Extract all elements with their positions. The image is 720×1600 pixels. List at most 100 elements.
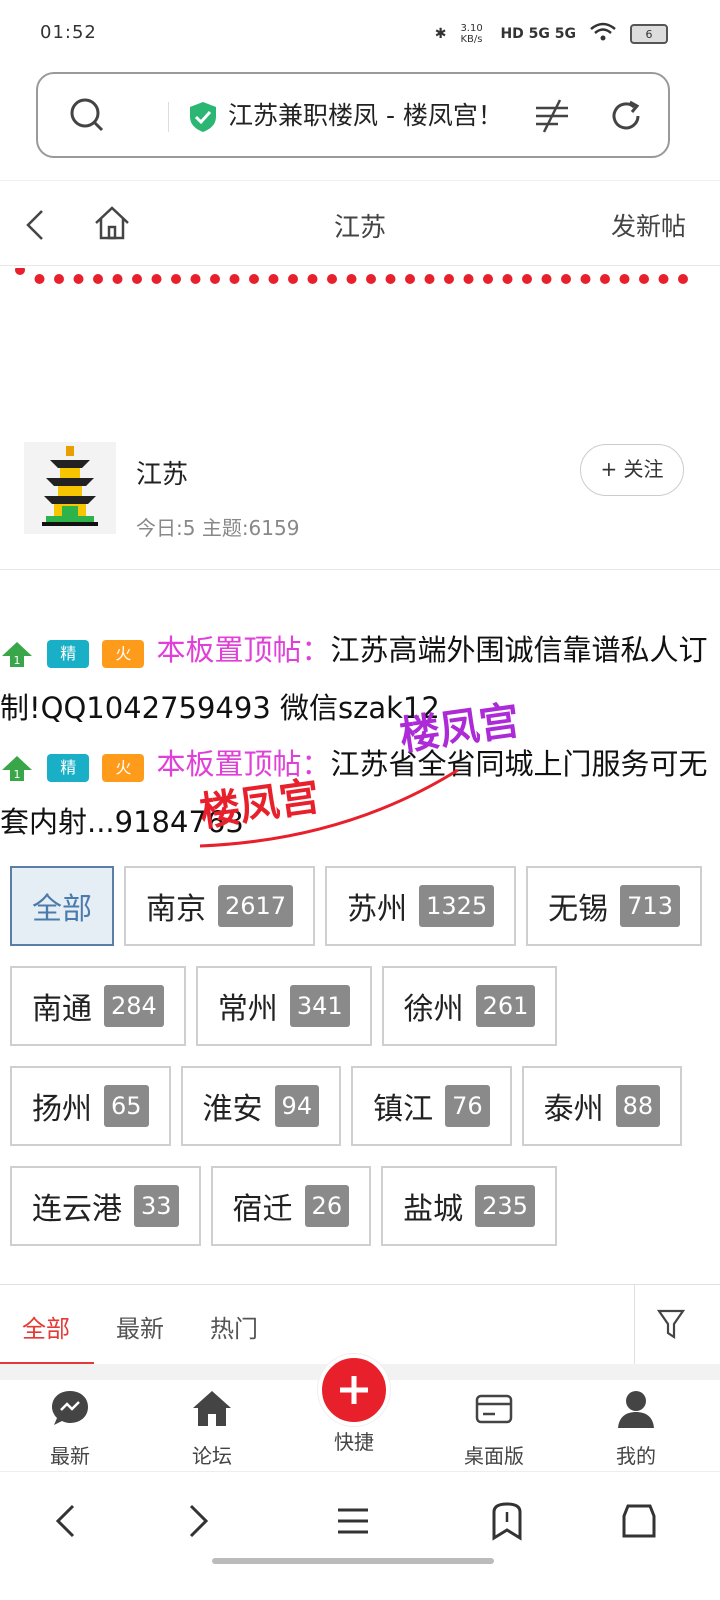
forum-logo-pagoda (24, 442, 116, 534)
network-speed: 3.10 KB/s (460, 23, 483, 45)
red-dot (151, 274, 162, 284)
city-tab[interactable]: 南通 284 (10, 966, 186, 1046)
browser-forward-icon[interactable] (176, 1500, 218, 1542)
pinned-label: 本板置顶帖： (156, 747, 331, 781)
pinned-post[interactable]: 1 精 火 本板置顶帖：江苏省全省同城上门服务可无套内射...9184763 (0, 736, 720, 850)
plus-icon (340, 1376, 368, 1404)
chat-bubble-icon (52, 1391, 88, 1425)
city-count: 1325 (419, 885, 495, 927)
red-dot (229, 274, 240, 284)
city-tab[interactable]: 淮安 94 (180, 1066, 342, 1146)
url-separator (168, 102, 169, 132)
red-dot (190, 274, 201, 284)
red-dot (93, 274, 103, 284)
browser-url-bar[interactable]: 江苏兼职楼凤 - 楼凤宫！ (36, 72, 670, 158)
city-tab[interactable]: 南京 2617 (124, 866, 316, 946)
post-badges: 1 精 火 (0, 738, 148, 794)
city-tab[interactable]: 连云港 33 (10, 1166, 201, 1246)
red-dot (483, 274, 493, 284)
red-dot (112, 274, 123, 284)
browser-back-icon[interactable] (46, 1500, 88, 1542)
page-tools-icon[interactable] (532, 96, 572, 136)
nav-label: 我的 (616, 1444, 656, 1468)
tab-hot[interactable]: 热门 (210, 1309, 258, 1344)
red-dot (54, 274, 64, 284)
red-dot (444, 274, 454, 284)
red-dot (346, 274, 357, 284)
city-count: 284 (104, 985, 164, 1027)
nav-label: 桌面版 (464, 1444, 524, 1468)
city-tab[interactable]: 宿迁 26 (210, 1166, 372, 1246)
red-dot (73, 274, 84, 284)
red-dot (541, 274, 552, 284)
city-count: 235 (475, 1185, 535, 1227)
hot-badge: 火 (102, 754, 145, 782)
city-tab[interactable]: 徐州 261 (381, 966, 558, 1046)
new-post-button[interactable]: 发新帖 (611, 207, 686, 243)
nav-mine[interactable]: 我的 (586, 1388, 686, 1469)
menu-icon[interactable] (332, 1500, 374, 1542)
forum-stats: 今日:5 主题:6159 (136, 516, 300, 540)
red-dot (522, 274, 532, 284)
nav-latest[interactable]: 最新 (20, 1388, 120, 1469)
up-arrow-badge-icon: 1 (2, 756, 32, 781)
pinned-label: 本板置顶帖： (156, 633, 331, 667)
tab-all[interactable]: 全部 (22, 1309, 70, 1344)
city-filter-grid: 全部 南京 2617 苏州 1325 无锡 713 南通 284 常州 341 徐州 261… (10, 866, 710, 1266)
city-tab[interactable]: 无锡 713 (526, 866, 702, 946)
red-dot (132, 274, 142, 284)
city-tab[interactable]: 扬州 65 (10, 1066, 171, 1146)
gesture-home-bar[interactable] (212, 1558, 494, 1564)
shield-check-icon (190, 102, 216, 132)
filter-icon[interactable] (656, 1307, 686, 1341)
essence-badge: 精 (47, 754, 90, 782)
refresh-icon[interactable] (606, 96, 646, 136)
pinned-post[interactable]: 1 精 火 本板置顶帖：江苏高端外围诚信靠谱私人订制!QQ1042759493 … (0, 622, 720, 736)
city-count: 94 (274, 1085, 320, 1127)
user-icon (618, 1391, 654, 1428)
nav-forum[interactable]: 论坛 (162, 1388, 262, 1469)
red-dot (288, 274, 298, 284)
city-tab[interactable]: 苏州 1325 (325, 866, 517, 946)
browser-bottom-nav (0, 1472, 720, 1600)
follow-button[interactable]: + 关注 (580, 444, 684, 496)
status-time: 01:52 (40, 22, 97, 43)
red-dot (327, 274, 337, 284)
red-dot (210, 274, 220, 284)
city-row: 连云港 33 宿迁 26 盐城 235 (10, 1166, 710, 1246)
up-badge-number: 1 (14, 654, 21, 667)
city-count: 88 (615, 1085, 661, 1127)
city-tab[interactable]: 常州 341 (195, 966, 372, 1046)
quick-post-button[interactable] (318, 1354, 390, 1426)
bluetooth-icon: ✱ (434, 26, 447, 42)
nav-label: 快捷 (334, 1430, 374, 1454)
red-dot (600, 274, 610, 284)
city-name: 苏州 (347, 892, 408, 927)
status-icons: ✱ 3.10 KB/s HD 5G 5G 6 (435, 22, 668, 46)
up-badge-number: 1 (14, 768, 21, 781)
city-count: 26 (304, 1185, 350, 1227)
decorative-dot-border (15, 268, 688, 284)
city-name: 扬州 (32, 1092, 92, 1127)
bookmarks-icon[interactable] (486, 1500, 528, 1542)
search-icon[interactable] (68, 96, 106, 134)
city-tab-all[interactable]: 全部 (10, 866, 114, 946)
filter-divider (634, 1285, 635, 1365)
city-tab[interactable]: 泰州 88 (521, 1066, 683, 1146)
sort-tabs: 全部 最新 热门 (0, 1284, 720, 1365)
red-dot (580, 274, 591, 284)
city-name: 无锡 (548, 892, 609, 927)
url-title[interactable]: 江苏兼职楼凤 - 楼凤宫！ (228, 96, 503, 132)
tab-latest[interactable]: 最新 (116, 1309, 164, 1344)
city-tab[interactable]: 镇江 76 (351, 1066, 512, 1146)
city-name: 连云港 (32, 1192, 122, 1227)
red-dot (15, 268, 25, 275)
city-tab[interactable]: 盐城 235 (381, 1166, 557, 1246)
red-dot (678, 274, 688, 284)
red-dot (502, 274, 513, 284)
nav-desktop[interactable]: 桌面版 (444, 1388, 544, 1469)
battery-icon: 6 (630, 24, 668, 44)
city-name: 全部 (32, 892, 92, 927)
city-name: 宿迁 (232, 1192, 293, 1227)
tabs-icon[interactable] (618, 1500, 660, 1542)
